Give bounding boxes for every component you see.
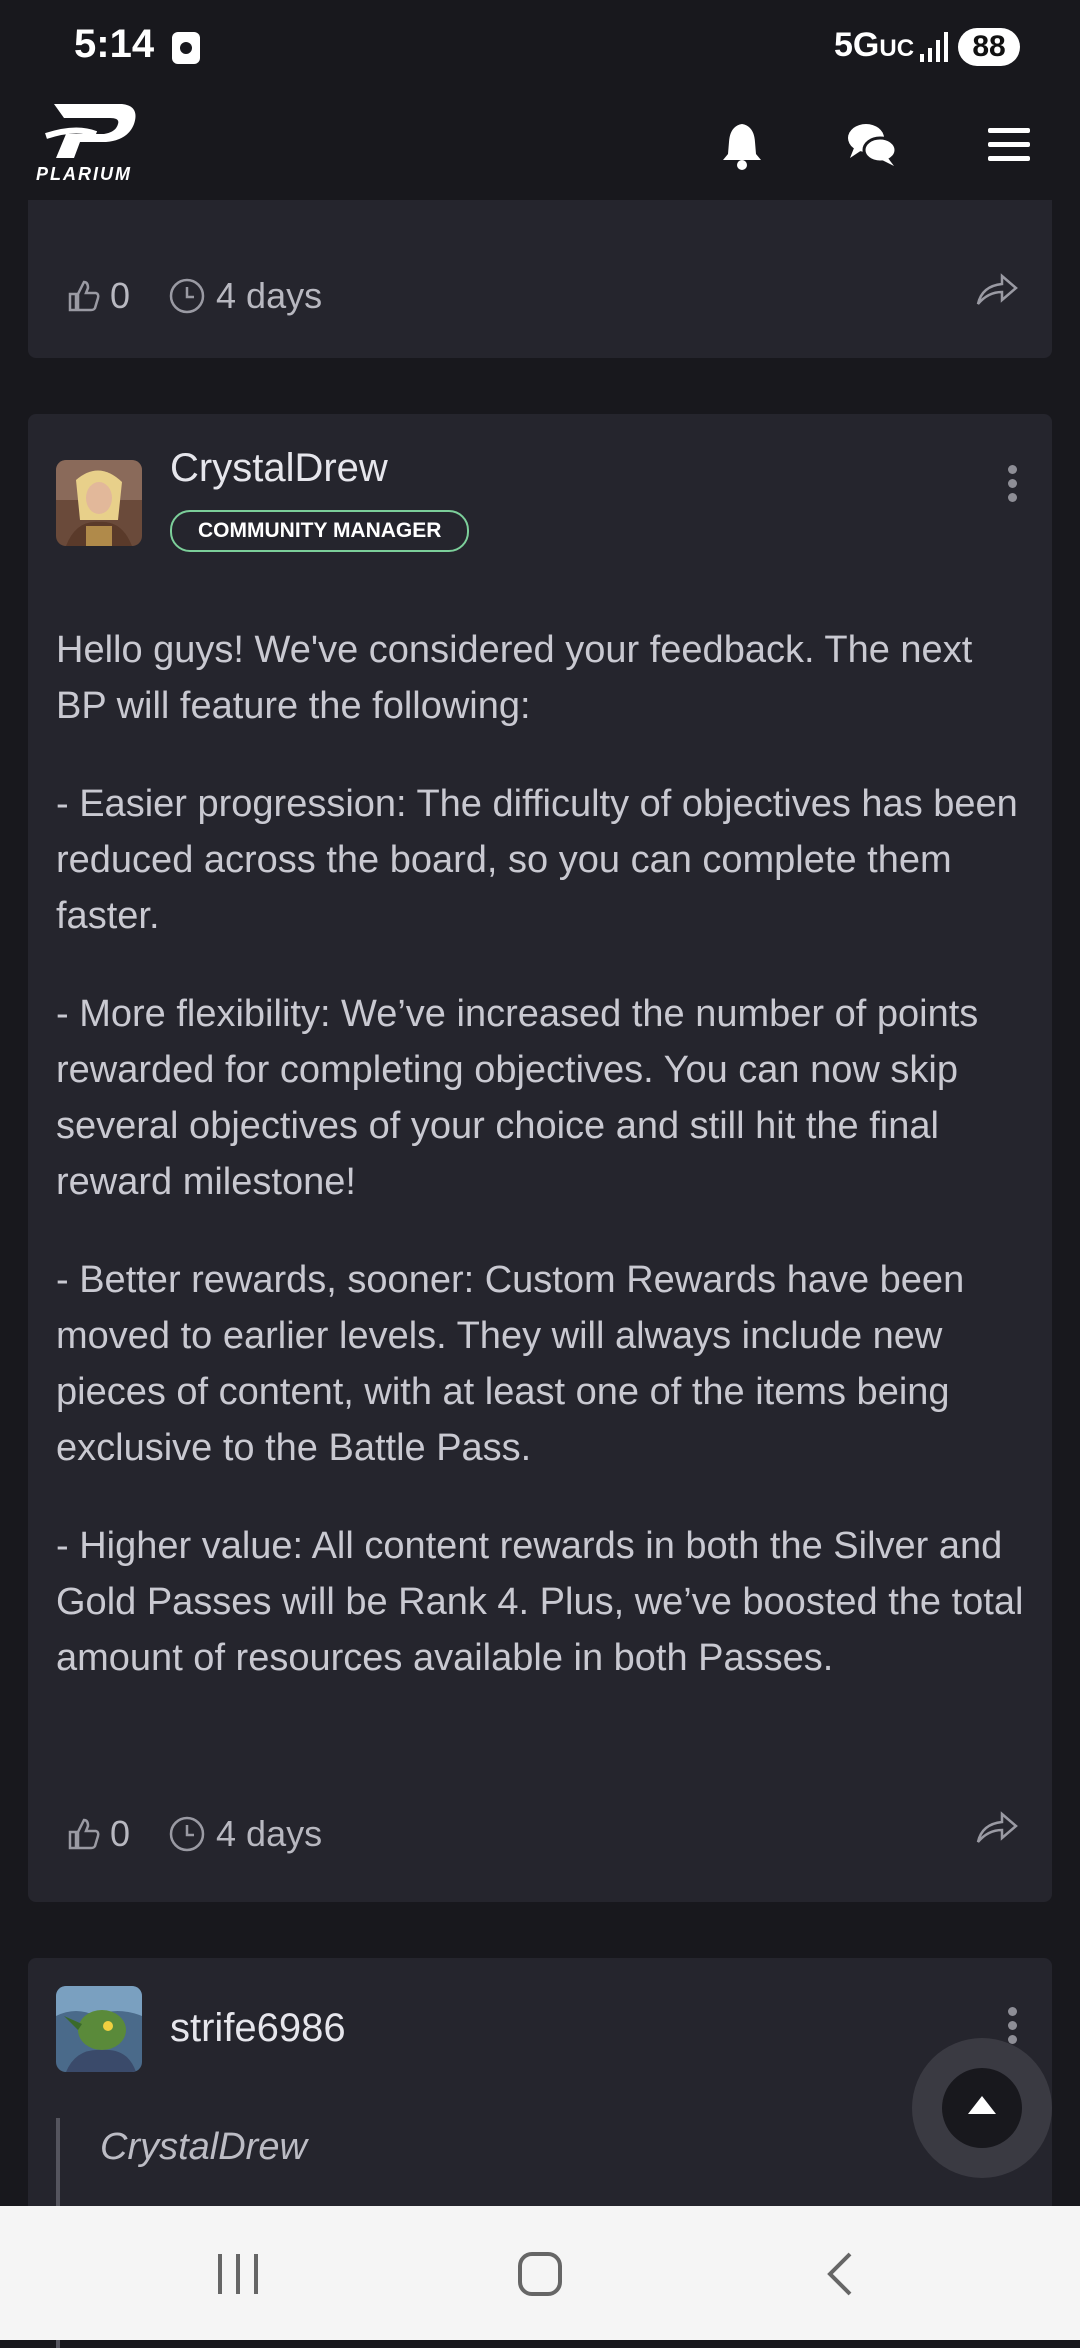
logo-text: PLARIUM xyxy=(36,164,132,184)
app-notification-icon xyxy=(172,32,200,64)
post-body: Hello guys! We've considered your feedba… xyxy=(56,622,1024,1728)
avatar-image xyxy=(56,1986,142,2072)
clock-icon xyxy=(169,278,205,314)
network-suffix: UC xyxy=(879,35,915,62)
post-paragraph: - Easier progression: The difficulty of … xyxy=(56,783,1018,937)
post-card: CrystalDrew COMMUNITY MANAGER Hello guys… xyxy=(28,414,1052,1902)
like-button[interactable]: 0 xyxy=(64,275,130,317)
community-manager-badge: COMMUNITY MANAGER xyxy=(170,510,470,552)
network-type: 5G xyxy=(834,26,880,64)
avatar-image xyxy=(56,460,142,546)
system-navigation-bar xyxy=(0,2206,1080,2340)
clock-icon xyxy=(169,1816,205,1852)
home-icon[interactable] xyxy=(510,2244,570,2304)
post-time: 4 days xyxy=(168,1813,322,1855)
bell-icon[interactable] xyxy=(712,114,772,174)
network-indicator: 5GUC xyxy=(834,26,914,65)
hamburger-menu-icon[interactable] xyxy=(980,114,1040,174)
author-name[interactable]: strife6986 xyxy=(170,2006,346,2051)
post-paragraph: Hello guys! We've considered your feedba… xyxy=(56,629,973,727)
chat-icon[interactable] xyxy=(842,114,902,174)
scroll-to-top-button[interactable] xyxy=(912,2038,1052,2178)
arrow-up-icon xyxy=(968,2096,996,2114)
share-icon[interactable] xyxy=(970,1802,1022,1854)
more-options-icon[interactable] xyxy=(1000,460,1024,516)
back-icon[interactable] xyxy=(812,2244,872,2304)
post-paragraph: - More flexibility: We’ve increased the … xyxy=(56,993,979,1203)
post-meta: 0 4 days xyxy=(64,1804,322,1864)
thumbs-up-icon xyxy=(68,1818,100,1850)
post-age: 4 days xyxy=(216,275,323,316)
post-paragraph: - Higher value: All content rewards in b… xyxy=(56,1525,1024,1679)
status-time: 5:14 xyxy=(74,22,155,66)
signal-icon xyxy=(920,32,948,62)
post-age: 4 days xyxy=(216,1813,323,1854)
post-time: 4 days xyxy=(168,275,322,317)
share-icon[interactable] xyxy=(970,264,1022,316)
recent-apps-icon[interactable] xyxy=(208,2244,268,2304)
quote-author: CrystalDrew xyxy=(100,2126,307,2168)
avatar[interactable] xyxy=(56,460,142,546)
avatar[interactable] xyxy=(56,1986,142,2072)
like-button[interactable]: 0 xyxy=(64,1813,130,1855)
author-name[interactable]: CrystalDrew xyxy=(170,446,388,491)
status-bar: 5:14 5GUC 88 xyxy=(0,0,1080,96)
like-count: 0 xyxy=(110,275,131,316)
battery-indicator: 88 xyxy=(958,28,1020,66)
site-header: PLARIUM xyxy=(0,96,1080,200)
scroll-to-top-inner xyxy=(942,2068,1022,2148)
post-meta: 0 4 days xyxy=(64,266,322,326)
like-count: 0 xyxy=(110,1813,131,1854)
post-card: 0 4 days xyxy=(28,200,1052,358)
thumbs-up-icon xyxy=(68,280,100,312)
post-paragraph: - Better rewards, sooner: Custom Rewards… xyxy=(56,1259,965,1469)
